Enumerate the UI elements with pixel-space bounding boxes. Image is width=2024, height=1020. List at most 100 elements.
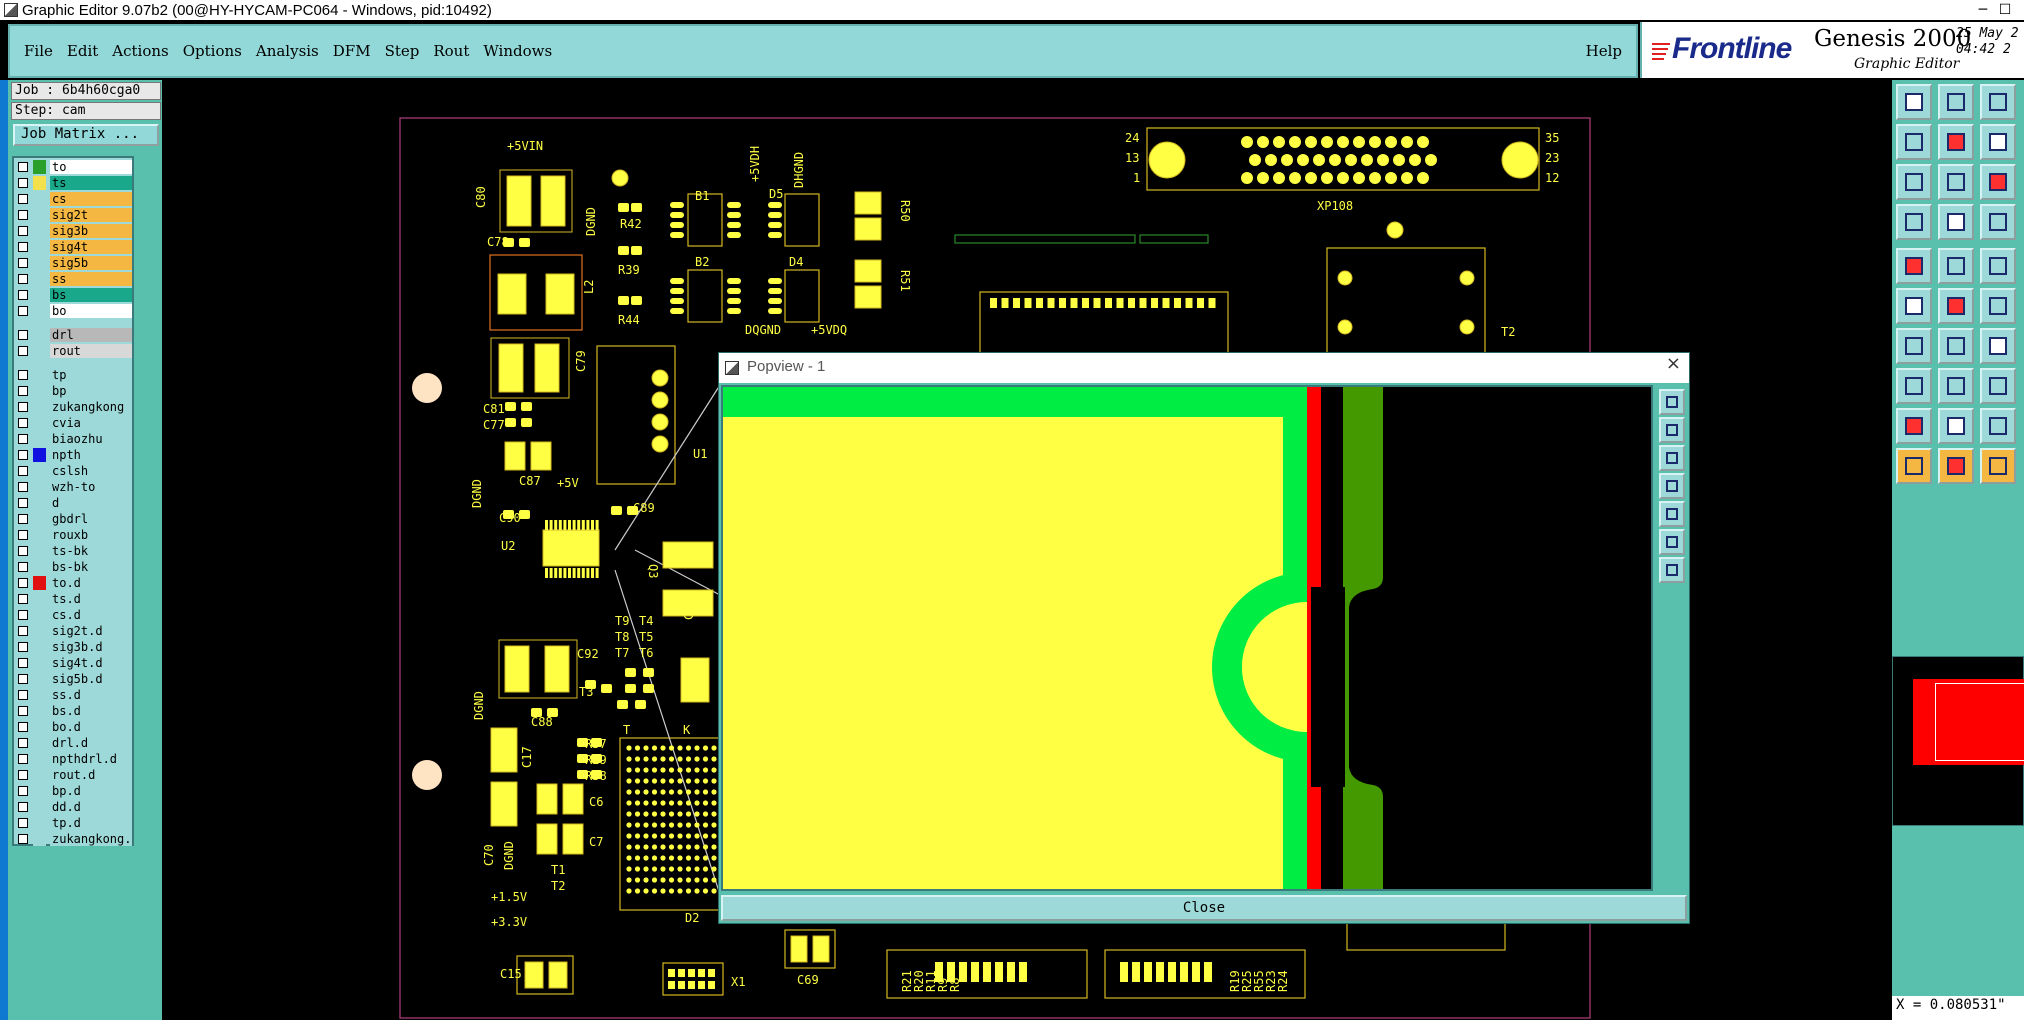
feature-add-button[interactable]: [1896, 248, 1932, 284]
layer-name[interactable]: to: [50, 160, 132, 174]
overview-viewport[interactable]: [1935, 683, 2024, 761]
layer-name[interactable]: bp.d: [50, 784, 132, 798]
layer-name[interactable]: cvia: [50, 416, 132, 430]
layer-name[interactable]: sig2t.d: [50, 624, 132, 638]
layer-checkbox[interactable]: [18, 226, 28, 236]
layer-row[interactable]: rout: [16, 344, 132, 358]
pv-zoom-home-button[interactable]: [1659, 389, 1685, 415]
text-button[interactable]: [1938, 408, 1974, 444]
menu-rout[interactable]: Rout: [433, 42, 469, 60]
layer-row[interactable]: sig2t: [16, 208, 132, 222]
layer-checkbox[interactable]: [18, 530, 28, 540]
layer-name[interactable]: d: [50, 496, 132, 510]
layer-checkbox[interactable]: [18, 290, 28, 300]
layer-row[interactable]: ts.d: [16, 592, 132, 606]
layer-checkbox[interactable]: [18, 690, 28, 700]
layer-checkbox[interactable]: [18, 498, 28, 508]
layer-row[interactable]: zukangkong.d: [16, 832, 132, 846]
arc-button[interactable]: [1938, 328, 1974, 364]
layer-checkbox[interactable]: [18, 642, 28, 652]
layer-name[interactable]: biaozhu: [50, 432, 132, 446]
layer-checkbox[interactable]: [18, 274, 28, 284]
layer-name[interactable]: ss: [50, 272, 132, 286]
layer-row[interactable]: sig4t.d: [16, 656, 132, 670]
layer-row[interactable]: wzh-to: [16, 480, 132, 494]
select-net-button[interactable]: [1980, 448, 2016, 484]
layer-checkbox[interactable]: [18, 466, 28, 476]
triangle-button[interactable]: [1896, 408, 1932, 444]
zoom-fwd-button[interactable]: [1980, 124, 2016, 160]
layer-name[interactable]: rouxb: [50, 528, 132, 542]
layer-name[interactable]: npthdrl.d: [50, 752, 132, 766]
layer-name[interactable]: sig5b: [50, 256, 132, 270]
layer-row[interactable]: to.d: [16, 576, 132, 590]
layer-checkbox[interactable]: [18, 594, 28, 604]
layer-row[interactable]: to: [16, 160, 132, 174]
layer-checkbox[interactable]: [18, 370, 28, 380]
maximize-button[interactable]: ☐: [1982, 0, 2024, 20]
layer-checkbox[interactable]: [18, 818, 28, 828]
layer-checkbox[interactable]: [18, 482, 28, 492]
menu-step[interactable]: Step: [385, 42, 420, 60]
layer-checkbox[interactable]: [18, 210, 28, 220]
layer-name[interactable]: sig4t.d: [50, 656, 132, 670]
layer-row[interactable]: npthdrl.d: [16, 752, 132, 766]
pv-pan-right-button[interactable]: [1659, 501, 1685, 527]
layer-row[interactable]: drl.d: [16, 736, 132, 750]
layer-checkbox[interactable]: [18, 258, 28, 268]
layer-row[interactable]: sig3b: [16, 224, 132, 238]
layer-checkbox[interactable]: [18, 162, 28, 172]
menu-help[interactable]: Help: [1586, 42, 1622, 60]
layer-name[interactable]: sig5b.d: [50, 672, 132, 686]
layer-row[interactable]: sig5b.d: [16, 672, 132, 686]
move-button[interactable]: [1938, 248, 1974, 284]
select-button[interactable]: [1896, 448, 1932, 484]
layer-checkbox[interactable]: [18, 330, 28, 340]
layer-row[interactable]: cs: [16, 192, 132, 206]
measure-button[interactable]: [1938, 368, 1974, 404]
save-button[interactable]: [1938, 84, 1974, 120]
layer-row[interactable]: bs-bk: [16, 560, 132, 574]
open-step-button[interactable]: [1896, 84, 1932, 120]
layer-checkbox[interactable]: [18, 450, 28, 460]
layer-row[interactable]: cvia: [16, 416, 132, 430]
layer-checkbox[interactable]: [18, 626, 28, 636]
layer-row[interactable]: dd.d: [16, 800, 132, 814]
layer-row[interactable]: bs.d: [16, 704, 132, 718]
layer-name[interactable]: bs.d: [50, 704, 132, 718]
layer-name[interactable]: bp: [50, 384, 132, 398]
layer-name[interactable]: bs: [50, 288, 132, 302]
layer-row[interactable]: d: [16, 496, 132, 510]
layer-name[interactable]: sig4t: [50, 240, 132, 254]
layer-name[interactable]: npth: [50, 448, 132, 462]
overview-map[interactable]: [1892, 656, 2024, 826]
layer-name[interactable]: cslsh: [50, 464, 132, 478]
layer-row[interactable]: gbdrl: [16, 512, 132, 526]
layer-name[interactable]: zukangkong: [50, 400, 132, 414]
pv-zoom-out-button[interactable]: [1659, 445, 1685, 471]
layer-checkbox[interactable]: [18, 610, 28, 620]
layer-checkbox[interactable]: [18, 418, 28, 428]
layer-name[interactable]: gbdrl: [50, 512, 132, 526]
layer-name[interactable]: ts-bk: [50, 544, 132, 558]
snap-button[interactable]: [1980, 204, 2016, 240]
popview-canvas[interactable]: [721, 385, 1653, 891]
select-area-button[interactable]: [1938, 448, 1974, 484]
layer-row[interactable]: bo.d: [16, 720, 132, 734]
layer-name[interactable]: drl.d: [50, 736, 132, 750]
pv-zoom-in-button[interactable]: [1659, 417, 1685, 443]
net-button[interactable]: [1896, 288, 1932, 324]
layer-name[interactable]: zukangkong.d: [50, 832, 132, 846]
layer-row[interactable]: ts-bk: [16, 544, 132, 558]
layer-row[interactable]: bo: [16, 304, 132, 318]
layer-row[interactable]: ts: [16, 176, 132, 190]
layer-row[interactable]: tp.d: [16, 816, 132, 830]
grid-button[interactable]: [1938, 204, 1974, 240]
layer-row[interactable]: sig5b: [16, 256, 132, 270]
layer-name[interactable]: ts: [50, 176, 132, 190]
layer-checkbox[interactable]: [18, 834, 28, 844]
layer-row[interactable]: cslsh: [16, 464, 132, 478]
layer-name[interactable]: to.d: [50, 576, 132, 590]
undo-button[interactable]: [1980, 328, 2016, 364]
layer-checkbox[interactable]: [18, 434, 28, 444]
